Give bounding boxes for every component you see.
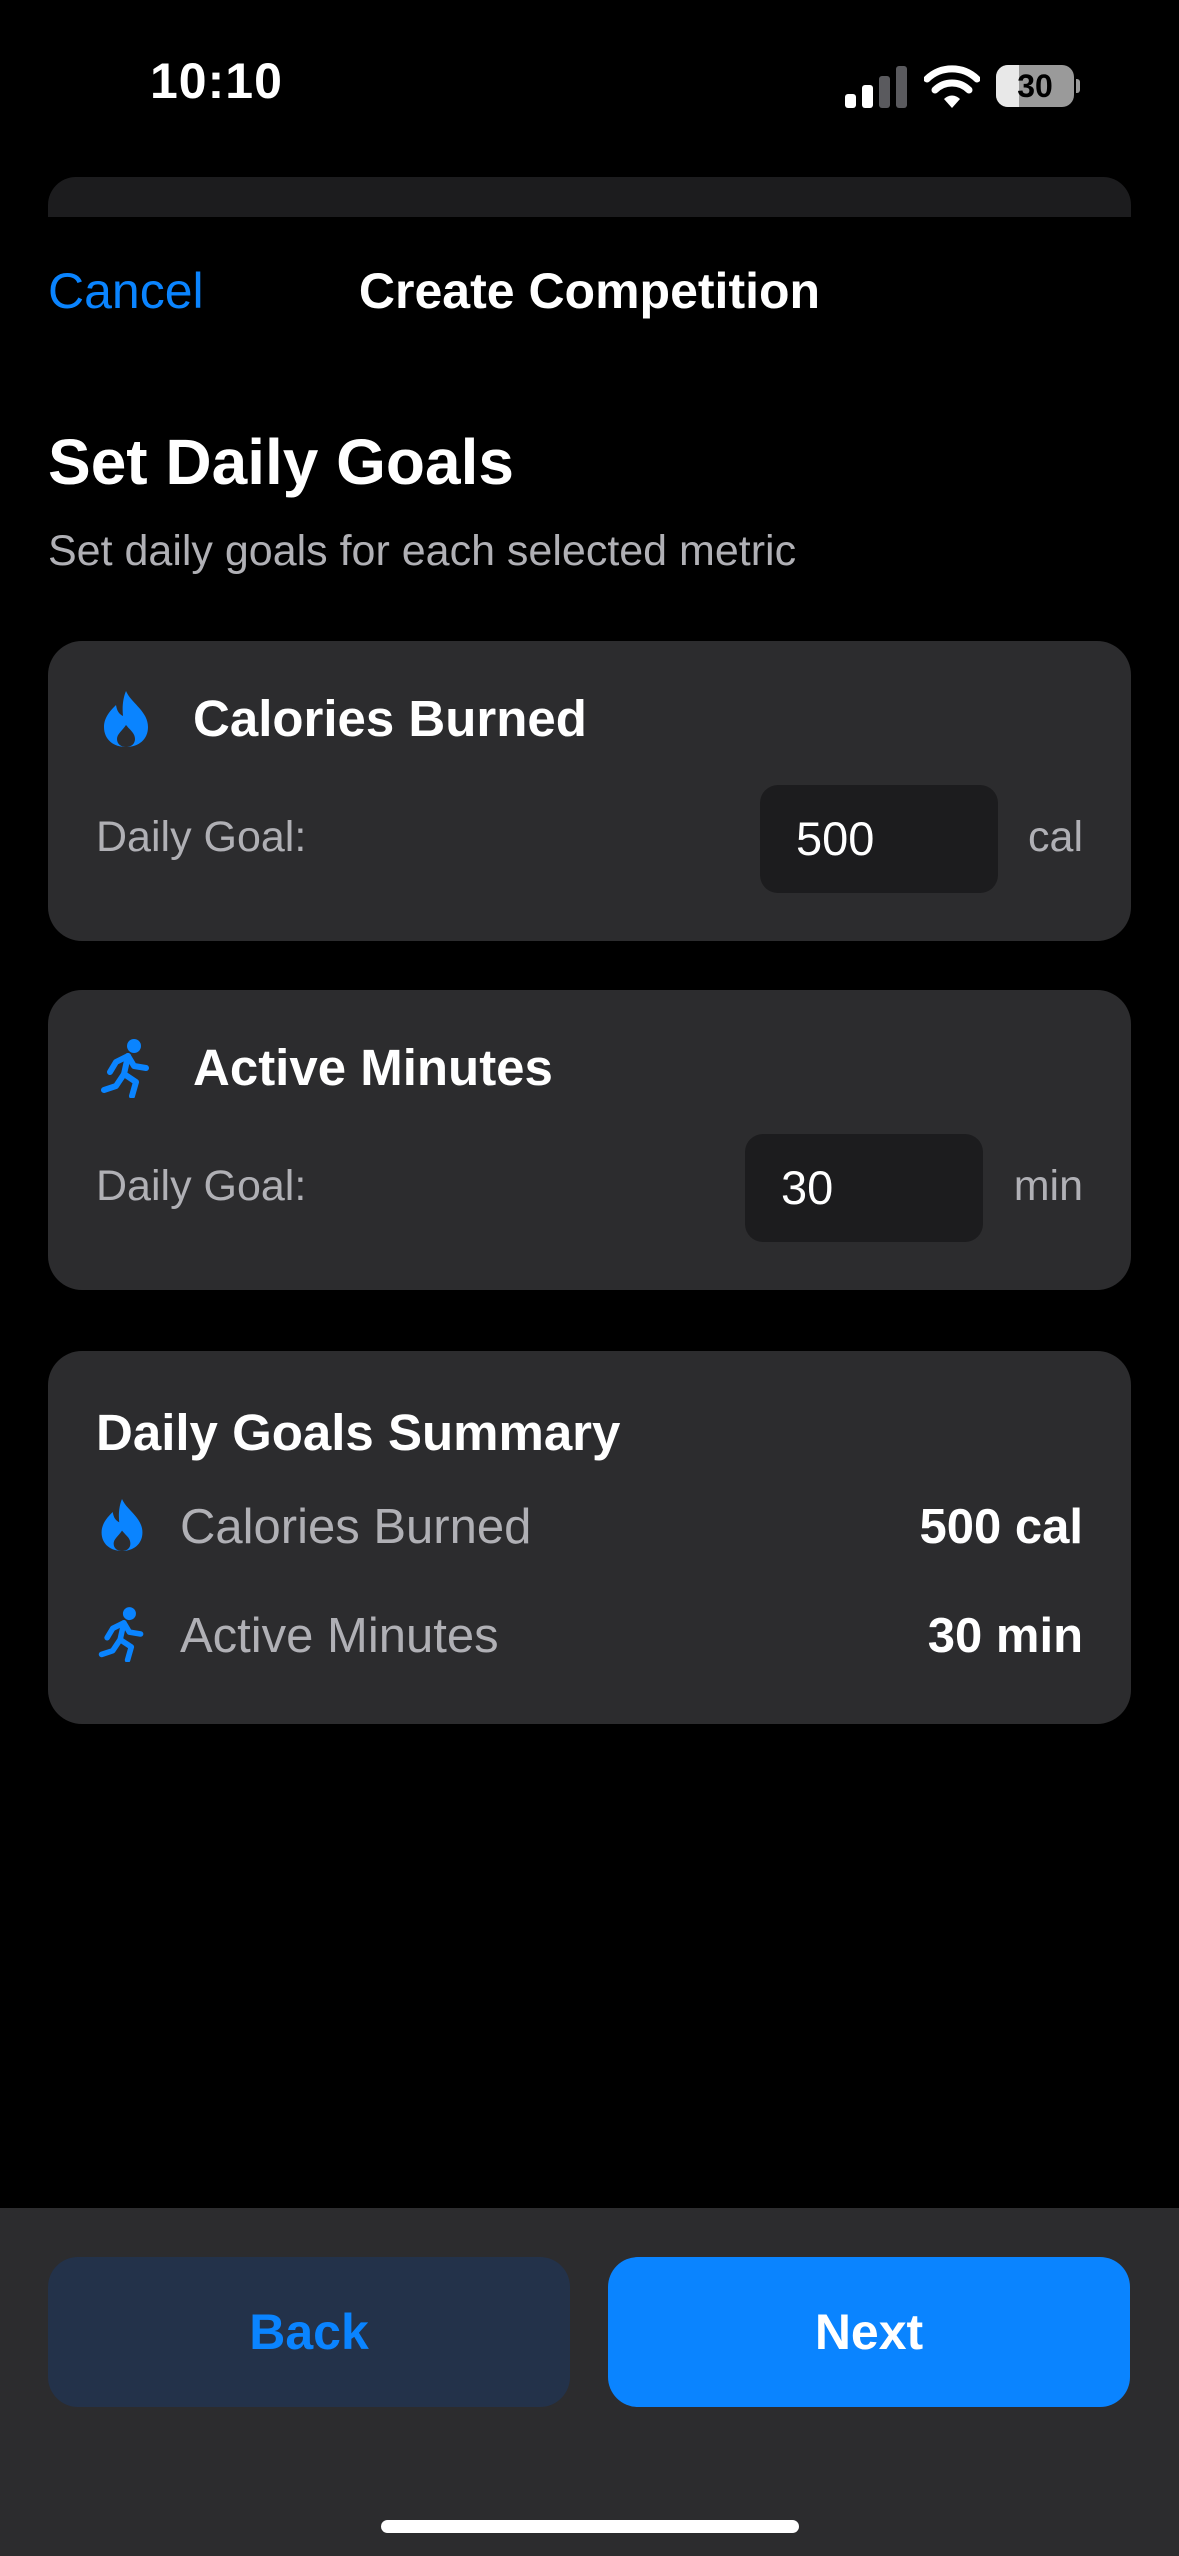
daily-goal-label: Daily Goal: <box>96 813 307 861</box>
metric-card-calories: Calories Burned Daily Goal: 500 cal <box>48 641 1131 941</box>
summary-value: 500 cal <box>919 1500 1084 1554</box>
active-minutes-unit-label: min <box>1013 1162 1083 1210</box>
sheet-background-edge <box>48 177 1131 217</box>
summary-value: 30 min <box>927 1609 1083 1663</box>
daily-goals-summary-card: Daily Goals Summary Calories Burned 500 … <box>48 1351 1131 1724</box>
running-figure-icon <box>101 1039 149 1098</box>
summary-title: Daily Goals Summary <box>96 1404 621 1461</box>
status-bar: 10:10 30 <box>0 0 1179 170</box>
summary-label: Calories Burned <box>180 1500 532 1554</box>
metric-card-active-minutes: Active Minutes Daily Goal: 30 min <box>48 990 1131 1290</box>
battery-indicator: 30 <box>996 65 1080 107</box>
battery-body: 30 <box>996 65 1074 107</box>
bottom-action-bar: Back Next <box>0 2208 1179 2556</box>
page-heading: Set Daily Goals <box>48 426 514 498</box>
flame-icon <box>104 691 148 747</box>
battery-level-text: 30 <box>1017 68 1053 104</box>
active-minutes-goal-input[interactable]: 30 <box>745 1134 983 1242</box>
status-time: 10:10 <box>150 53 283 109</box>
calories-goal-input[interactable]: 500 <box>760 785 998 893</box>
summary-label: Active Minutes <box>180 1609 499 1663</box>
back-button[interactable]: Back <box>48 2257 570 2407</box>
page-subtitle: Set daily goals for each selected metric <box>48 527 797 575</box>
summary-row-active-minutes: Active Minutes 30 min <box>96 1600 1083 1670</box>
cancel-button[interactable]: Cancel <box>48 262 204 320</box>
daily-goal-label: Daily Goal: <box>96 1162 307 1210</box>
flame-icon <box>101 1499 143 1551</box>
calories-unit-label: cal <box>1028 813 1083 861</box>
cellular-signal-icon <box>845 66 907 108</box>
summary-row-calories: Calories Burned 500 cal <box>96 1491 1083 1561</box>
running-figure-icon <box>98 1607 144 1662</box>
battery-tip <box>1076 79 1080 93</box>
wifi-icon <box>924 65 980 108</box>
home-indicator[interactable] <box>381 2520 799 2533</box>
metric-title: Calories Burned <box>193 690 587 747</box>
metric-title: Active Minutes <box>193 1039 553 1096</box>
next-button[interactable]: Next <box>608 2257 1130 2407</box>
